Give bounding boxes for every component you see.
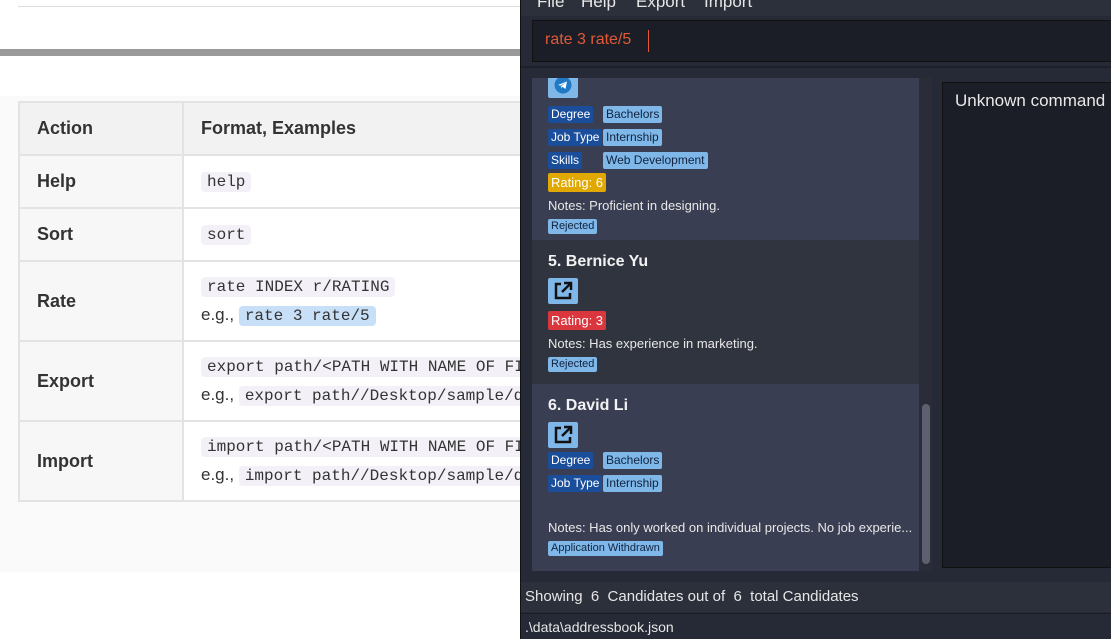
telegram-button[interactable]	[548, 78, 578, 98]
candidate-card[interactable]: Degree Bachelors Job Type Internship Ski…	[532, 78, 919, 240]
external-link-icon	[554, 281, 573, 300]
format-code: rate INDEX r/RATING	[201, 277, 396, 297]
column-header-action: Action	[18, 101, 184, 156]
table-row: Sort sort	[18, 207, 578, 262]
tag-key: Job Type	[548, 475, 603, 492]
rating-badge: Rating: 6	[548, 173, 607, 192]
open-link-button[interactable]	[548, 422, 578, 448]
save-file-path: .\data\addressbook.json	[525, 619, 674, 635]
table-row: Help help	[18, 154, 578, 209]
candidate-name: 5. Bernice Yu	[548, 253, 649, 270]
format-cell: import path/<PATH WITH NAME OF FI e.g., …	[182, 420, 578, 502]
menu-import[interactable]: Import	[704, 0, 752, 12]
column-header-format: Format, Examples	[182, 101, 578, 156]
action-cell: Help	[18, 154, 184, 209]
status-badge: Rejected	[548, 219, 598, 234]
action-cell: Rate	[18, 260, 184, 342]
candidate-list[interactable]: Degree Bachelors Job Type Internship Ski…	[532, 78, 919, 571]
format-code: export path/<PATH WITH NAME OF FI	[201, 357, 530, 377]
menu-export[interactable]: Export	[636, 0, 685, 12]
tag-key: Degree	[548, 452, 594, 469]
format-cell: sort	[182, 207, 578, 262]
tag-value: Internship	[603, 129, 662, 146]
table-row: Import import path/<PATH WITH NAME OF FI…	[18, 420, 578, 502]
table-row: Rate rate INDEX r/RATING e.g., rate 3 ra…	[18, 260, 578, 342]
status-badge: Application Withdrawn	[548, 541, 663, 556]
status-badge: Rejected	[548, 357, 598, 372]
example-code: import path//Desktop/sample/d	[238, 466, 530, 486]
tag-value: Internship	[603, 475, 662, 492]
app-window: File Help Export Import rate 3 rate/5 De…	[520, 0, 1111, 639]
menu-help[interactable]: Help	[581, 0, 616, 12]
candidate-notes: Notes: Proficient in designing.	[548, 198, 720, 213]
example-code: export path//Desktop/sample/d	[238, 386, 530, 406]
status-bar: Showing 6 Candidates out of 6 total Cand…	[521, 582, 1111, 612]
menu-file[interactable]: File	[537, 0, 564, 12]
command-summary-table: Action Format, Examples Help help Sort s…	[18, 101, 578, 502]
table-row: Export export path/<PATH WITH NAME OF FI…	[18, 340, 578, 422]
candidate-notes: Notes: Has experience in marketing.	[548, 336, 758, 351]
tag-key: Job Type	[548, 129, 603, 146]
file-path-bar: .\data\addressbook.json	[521, 613, 1111, 639]
tag-value: Web Development	[603, 152, 708, 169]
candidate-card[interactable]: 6. David Li Degree Bachelors Job Type In…	[532, 384, 919, 571]
result-display: Unknown command	[942, 82, 1111, 568]
example-label: e.g.,	[201, 385, 235, 404]
format-cell: help	[182, 154, 578, 209]
format-code: help	[201, 172, 252, 192]
divider	[521, 66, 1111, 68]
example-label: e.g.,	[201, 465, 235, 484]
divider	[18, 6, 538, 7]
command-input[interactable]: rate 3 rate/5	[532, 20, 1111, 62]
candidate-count-status: Showing 6 Candidates out of 6 total Cand…	[525, 588, 859, 605]
rating-badge: Rating: 3	[548, 311, 607, 330]
tag-value: Bachelors	[603, 106, 663, 123]
command-input-text: rate 3 rate/5	[545, 31, 632, 48]
text-caret	[648, 30, 649, 52]
external-link-icon	[554, 425, 573, 444]
open-link-button[interactable]	[548, 278, 578, 304]
format-code: import path/<PATH WITH NAME OF FI	[201, 437, 530, 457]
candidate-card[interactable]: 5. Bernice Yu Rating: 3 Notes: Has exper…	[532, 240, 919, 384]
menu-bar: File Help Export Import	[521, 0, 1111, 16]
action-cell: Sort	[18, 207, 184, 262]
tag-key: Degree	[548, 106, 594, 123]
format-cell: rate INDEX r/RATING e.g., rate 3 rate/5	[182, 260, 578, 342]
format-cell: export path/<PATH WITH NAME OF FI e.g., …	[182, 340, 578, 422]
list-scrollbar[interactable]	[919, 78, 932, 571]
example-label: e.g.,	[201, 305, 235, 324]
example-code[interactable]: rate 3 rate/5	[238, 306, 376, 326]
format-code: sort	[201, 225, 252, 245]
section-divider	[0, 49, 530, 56]
scrollbar-thumb[interactable]	[922, 404, 930, 564]
table-header-row: Action Format, Examples	[18, 101, 578, 156]
tag-value: Bachelors	[603, 452, 663, 469]
candidate-notes: Notes: Has only worked on individual pro…	[548, 520, 913, 535]
telegram-icon	[554, 78, 572, 94]
action-cell: Export	[18, 340, 184, 422]
action-cell: Import	[18, 420, 184, 502]
tag-key: Skills	[548, 152, 583, 169]
candidate-name: 6. David Li	[548, 397, 629, 414]
result-text: Unknown command	[955, 91, 1106, 110]
